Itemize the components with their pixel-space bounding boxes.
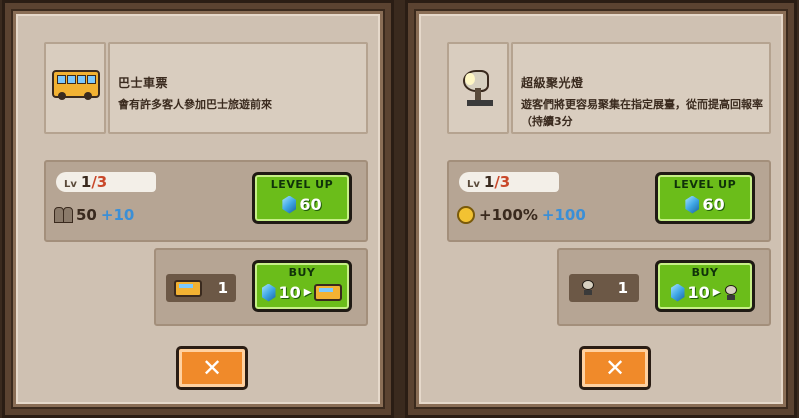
gem-icon xyxy=(670,283,685,302)
level-stat-box: Lv 1/3 +100% +100 LEVEL UP 60 xyxy=(447,160,771,242)
bus-icon xyxy=(52,70,100,100)
level-up-button[interactable]: LEVEL UP 60 xyxy=(252,172,352,224)
buy-box: 1 BUY 10 ▶ xyxy=(557,248,771,326)
stat-base: +100% xyxy=(479,206,538,224)
coin-icon xyxy=(457,206,475,224)
level-current: 1 xyxy=(483,173,495,191)
spotlight-icon xyxy=(461,66,501,110)
stat-line: +100% +100 xyxy=(457,206,586,224)
stat-line: 50 +10 xyxy=(54,206,134,224)
people-icon xyxy=(54,207,73,223)
stat-bonus: +10 xyxy=(100,206,135,224)
item-title: 巴士車票 xyxy=(118,76,169,90)
gem-icon xyxy=(282,195,297,214)
level-up-cost: 60 xyxy=(299,195,322,214)
buy-button[interactable]: BUY 10 ▶ xyxy=(655,260,755,312)
buy-label: BUY xyxy=(691,266,719,279)
arrow-right-icon: ▶ xyxy=(712,287,721,298)
level-indicator: Lv 1/3 xyxy=(459,172,559,192)
bus-icon xyxy=(173,279,202,297)
spotlight-icon xyxy=(580,280,596,296)
item-title: 超級聚光燈 xyxy=(521,76,584,90)
level-up-button[interactable]: LEVEL UP 60 xyxy=(655,172,755,224)
item-icon-box xyxy=(447,42,509,134)
stat-bonus: +100 xyxy=(541,206,586,224)
panel-frame: 巴士車票 會有許多客人參加巴士旅遊前來 Lv 1/3 50 +10 LEVEL U… xyxy=(13,11,383,407)
buy-cost: 10 xyxy=(687,283,710,302)
bus-icon xyxy=(314,284,343,301)
buy-button[interactable]: BUY 10 ▶ xyxy=(252,260,352,312)
owned-count-value: 1 xyxy=(217,279,229,297)
level-max: /3 xyxy=(91,173,108,191)
close-button[interactable]: ✕ xyxy=(579,346,651,390)
level-prefix: Lv xyxy=(64,179,77,190)
gem-icon xyxy=(685,195,700,214)
gem-icon xyxy=(261,283,276,302)
arrow-right-icon: ▶ xyxy=(303,287,312,298)
item-icon-box xyxy=(44,42,106,134)
level-current: 1 xyxy=(80,173,92,191)
item-description-box: 超級聚光燈 遊客們將更容易聚集在指定展臺，從而提高回報率（持續3分 xyxy=(511,42,771,134)
level-up-label: LEVEL UP xyxy=(270,178,334,191)
item-panel-super-spotlight: 超級聚光燈 遊客們將更容易聚集在指定展臺，從而提高回報率（持續3分 Lv 1/3 … xyxy=(405,0,797,418)
owned-count: 1 xyxy=(166,274,236,302)
close-button[interactable]: ✕ xyxy=(176,346,248,390)
stat-base: 50 xyxy=(76,206,97,224)
level-up-cost: 60 xyxy=(702,195,725,214)
level-max: /3 xyxy=(494,173,511,191)
item-panel-bus-ticket: 巴士車票 會有許多客人參加巴士旅遊前來 Lv 1/3 50 +10 LEVEL U… xyxy=(2,0,394,418)
buy-box: 1 BUY 10 ▶ xyxy=(154,248,368,326)
level-indicator: Lv 1/3 xyxy=(56,172,156,192)
level-up-label: LEVEL UP xyxy=(673,178,737,191)
panel-frame: 超級聚光燈 遊客們將更容易聚集在指定展臺，從而提高回報率（持續3分 Lv 1/3 … xyxy=(416,11,786,407)
level-stat-box: Lv 1/3 50 +10 LEVEL UP 60 xyxy=(44,160,368,242)
owned-count: 1 xyxy=(569,274,639,302)
level-prefix: Lv xyxy=(467,179,480,190)
item-description: 會有許多客人參加巴士旅遊前來 xyxy=(118,98,272,111)
buy-label: BUY xyxy=(288,266,316,279)
buy-cost: 10 xyxy=(278,283,301,302)
owned-count-value: 1 xyxy=(617,279,629,297)
item-description: 遊客們將更容易聚集在指定展臺，從而提高回報率（持續3分 xyxy=(521,98,763,128)
item-description-box: 巴士車票 會有許多客人參加巴士旅遊前來 xyxy=(108,42,368,134)
spotlight-icon xyxy=(723,284,739,301)
